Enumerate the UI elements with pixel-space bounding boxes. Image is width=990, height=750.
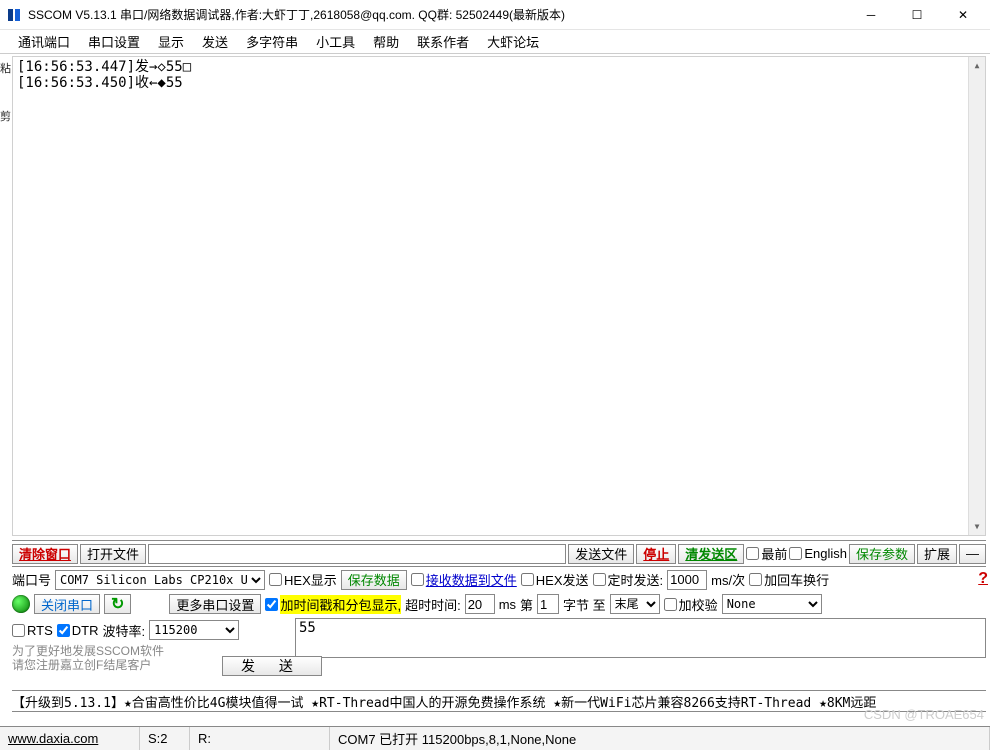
hex-send-checkbox[interactable]: HEX发送	[521, 570, 589, 589]
clear-send-button[interactable]: 清发送区	[678, 544, 744, 564]
interval-unit: ms/次	[711, 570, 745, 589]
baud-select[interactable]: 115200	[149, 620, 239, 640]
help-icon[interactable]: ?	[978, 570, 988, 588]
log-line: [16:56:53.447]发→◇55□	[17, 59, 981, 75]
open-file-button[interactable]: 打开文件	[80, 544, 146, 564]
promo-text: 为了更好地发展SSCOM软件 请您注册嘉立创F结尾客户	[12, 644, 986, 684]
send-file-button[interactable]: 发送文件	[568, 544, 634, 564]
toolbar-3: 关闭串口 ↻ 更多串口设置 加时间戳和分包显示, 超时时间: ms 第 字节 至…	[12, 592, 986, 616]
left-edge-label-1: 粘	[0, 60, 12, 76]
minimize-button[interactable]: ─	[848, 1, 894, 29]
crlf-checkbox[interactable]: 加回车换行	[749, 570, 829, 589]
promo-line-2: 请您注册嘉立创F结尾客户	[12, 658, 986, 672]
status-recv: R:	[190, 727, 330, 750]
menu-help[interactable]: 帮助	[365, 30, 407, 53]
menu-contact[interactable]: 联系作者	[409, 30, 477, 53]
menu-tools[interactable]: 小工具	[308, 30, 363, 53]
stop-button[interactable]: 停止	[636, 544, 676, 564]
window-title: SSCOM V5.13.1 串口/网络数据调试器,作者:大虾丁丁,2618058…	[28, 6, 848, 23]
expand-separator: —	[959, 544, 986, 564]
close-button[interactable]: ✕	[940, 1, 986, 29]
byte-to-select[interactable]: 末尾	[610, 594, 660, 614]
statusbar: www.daxia.com S:2 R: COM7 已打开 115200bps,…	[0, 726, 990, 750]
maximize-button[interactable]: ☐	[894, 1, 940, 29]
watermark: CSDN @TROAE654	[864, 707, 984, 722]
clear-window-button[interactable]: 清除窗口	[12, 544, 78, 564]
promo-bar: 【升级到5.13.1】★合宙高性价比4G模块值得一试 ★RT-Thread中国人…	[12, 690, 986, 712]
menu-port[interactable]: 通讯端口	[10, 30, 78, 53]
timed-send-checkbox[interactable]: 定时发送:	[593, 570, 664, 589]
baud-label: 波特率:	[102, 621, 145, 640]
menubar: 通讯端口 串口设置 显示 发送 多字符串 小工具 帮助 联系作者 大虾论坛	[0, 30, 990, 54]
rts-checkbox[interactable]: RTS	[12, 623, 53, 638]
toolbar-2: 端口号 COM7 Silicon Labs CP210x U… HEX显示 保存…	[12, 566, 986, 590]
port-select[interactable]: COM7 Silicon Labs CP210x U…	[55, 570, 265, 590]
timestamp-checkbox[interactable]: 加时间戳和分包显示,	[265, 595, 401, 614]
byte-to-label: 字节 至	[563, 595, 606, 614]
menu-multistring[interactable]: 多字符串	[238, 30, 306, 53]
port-label: 端口号	[12, 570, 51, 589]
menu-forum[interactable]: 大虾论坛	[479, 30, 547, 53]
log-scrollbar[interactable]	[968, 57, 985, 535]
menu-serial-settings[interactable]: 串口设置	[80, 30, 148, 53]
more-port-settings-button[interactable]: 更多串口设置	[169, 594, 261, 614]
left-edge-label-2: 剪	[0, 108, 12, 124]
expand-button[interactable]: 扩展	[917, 544, 957, 564]
refresh-icon: ↻	[111, 594, 124, 614]
status-url[interactable]: www.daxia.com	[0, 727, 140, 750]
log-line: [16:56:53.450]收←◆55	[17, 75, 981, 91]
close-port-button[interactable]: 关闭串口	[34, 594, 100, 614]
byte-from-label: 第	[520, 595, 533, 614]
log-output[interactable]: [16:56:53.447]发→◇55□ [16:56:53.450]收←◆55	[12, 56, 986, 536]
toolbar-1: 清除窗口 打开文件 发送文件 停止 清发送区 最前 English 保存参数 扩…	[12, 540, 986, 564]
file-path-input[interactable]	[148, 544, 566, 564]
port-status-led-icon	[12, 595, 30, 613]
app-icon	[4, 5, 24, 25]
menu-send[interactable]: 发送	[194, 30, 236, 53]
hex-show-checkbox[interactable]: HEX显示	[269, 570, 337, 589]
byte-from-input[interactable]	[537, 594, 559, 614]
timeout-label: 超时时间:	[405, 595, 461, 614]
status-sent: S:2	[140, 727, 190, 750]
send-button[interactable]: 发 送	[222, 656, 322, 676]
save-params-button[interactable]: 保存参数	[849, 544, 915, 564]
titlebar: SSCOM V5.13.1 串口/网络数据调试器,作者:大虾丁丁,2618058…	[0, 0, 990, 30]
checksum-checkbox[interactable]: 加校验	[664, 595, 718, 614]
timeout-input[interactable]	[465, 594, 495, 614]
menu-display[interactable]: 显示	[150, 30, 192, 53]
refresh-button[interactable]: ↻	[104, 594, 131, 614]
interval-input[interactable]	[667, 570, 707, 590]
save-data-button[interactable]: 保存数据	[341, 570, 407, 590]
topmost-checkbox[interactable]: 最前	[746, 544, 787, 563]
recv-to-file-checkbox[interactable]: 接收数据到文件	[411, 570, 517, 589]
timeout-unit: ms	[499, 597, 516, 612]
promo-line-1: 为了更好地发展SSCOM软件	[12, 644, 986, 658]
checksum-select[interactable]: None	[722, 594, 822, 614]
dtr-checkbox[interactable]: DTR	[57, 623, 99, 638]
status-com: COM7 已打开 115200bps,8,1,None,None	[330, 727, 990, 750]
english-checkbox[interactable]: English	[789, 546, 847, 561]
